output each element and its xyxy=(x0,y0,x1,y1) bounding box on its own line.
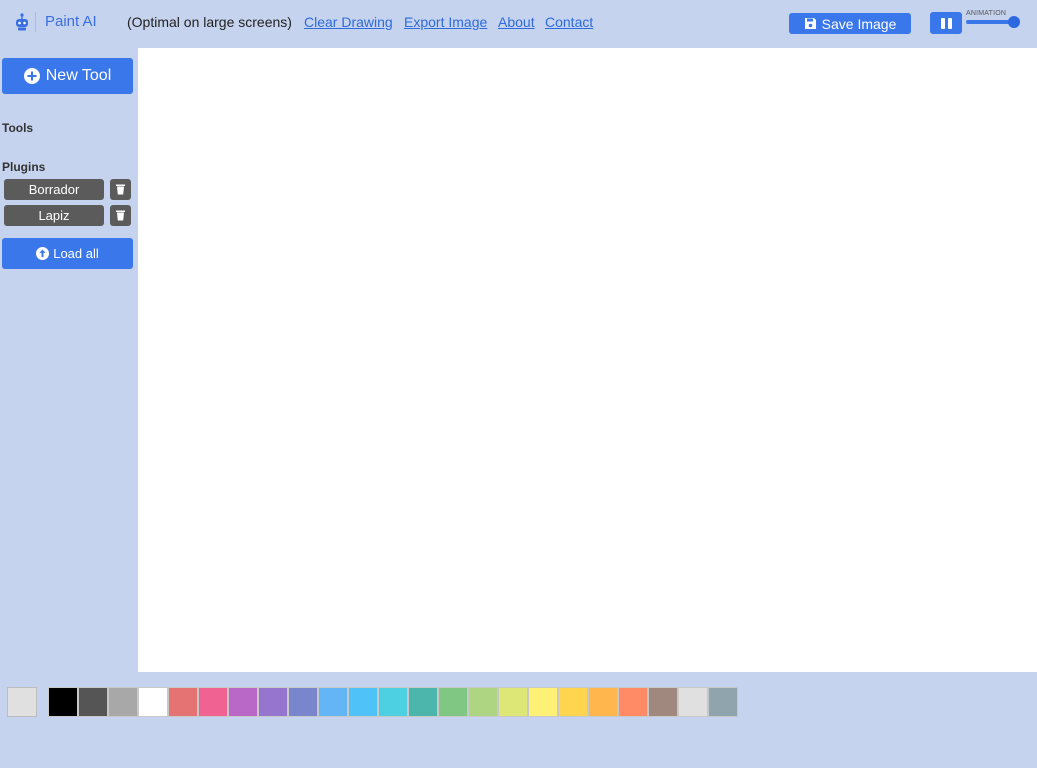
plugins-heading: Plugins xyxy=(2,160,46,174)
color-swatch[interactable] xyxy=(108,687,138,717)
plugin-item: Borrador xyxy=(4,179,132,200)
tools-heading: Tools xyxy=(2,121,34,135)
color-swatch[interactable] xyxy=(258,687,288,717)
new-tool-button[interactable]: New Tool xyxy=(2,58,133,94)
color-swatch[interactable] xyxy=(138,687,168,717)
save-image-label: Save Image xyxy=(821,15,897,32)
color-swatch[interactable] xyxy=(318,687,348,717)
color-swatch[interactable] xyxy=(48,687,78,717)
color-swatch[interactable] xyxy=(648,687,678,717)
plus-circle-icon xyxy=(23,68,40,84)
color-swatch[interactable] xyxy=(558,687,588,717)
color-swatch[interactable] xyxy=(228,687,258,717)
delete-plugin-lapiz-button[interactable] xyxy=(110,205,131,226)
color-swatch[interactable] xyxy=(348,687,378,717)
color-palette xyxy=(48,687,738,717)
animation-slider-handle[interactable] xyxy=(1008,16,1020,28)
current-color-swatch[interactable] xyxy=(7,687,37,717)
color-swatch[interactable] xyxy=(78,687,108,717)
trash-icon xyxy=(116,210,125,221)
about-link[interactable]: About xyxy=(498,14,535,30)
color-swatch[interactable] xyxy=(198,687,228,717)
color-swatch[interactable] xyxy=(528,687,558,717)
load-all-label: Load all xyxy=(53,246,99,261)
color-swatch[interactable] xyxy=(618,687,648,717)
top-bar: Paint AI (Optimal on large screens) Clea… xyxy=(0,0,1037,45)
save-image-button[interactable]: Save Image xyxy=(789,13,911,34)
color-swatch[interactable] xyxy=(408,687,438,717)
robot-icon xyxy=(16,13,28,31)
brand-name: Paint AI xyxy=(45,13,97,30)
color-swatch[interactable] xyxy=(438,687,468,717)
paint-app: Paint AI (Optimal on large screens) Clea… xyxy=(0,0,1037,768)
animation-label: ANIMATION xyxy=(966,10,1007,17)
color-swatch[interactable] xyxy=(498,687,528,717)
color-swatch[interactable] xyxy=(168,687,198,717)
plugin-borrador-button[interactable]: Borrador xyxy=(4,179,104,200)
contact-link[interactable]: Contact xyxy=(545,14,593,30)
trash-icon xyxy=(116,184,125,195)
color-swatch[interactable] xyxy=(588,687,618,717)
color-swatch[interactable] xyxy=(378,687,408,717)
floppy-disk-icon xyxy=(804,18,816,29)
load-all-button[interactable]: Load all xyxy=(2,238,133,269)
color-swatch[interactable] xyxy=(468,687,498,717)
arrow-up-circle-icon xyxy=(36,247,50,260)
delete-plugin-borrador-button[interactable] xyxy=(110,179,131,200)
clear-drawing-link[interactable]: Clear Drawing xyxy=(304,14,393,30)
export-image-link[interactable]: Export Image xyxy=(404,14,487,30)
pause-icon-bar xyxy=(947,17,952,29)
drawing-canvas[interactable] xyxy=(138,48,1037,672)
plugin-item: Lapiz xyxy=(4,205,132,226)
color-swatch[interactable] xyxy=(708,687,738,717)
new-tool-label: New Tool xyxy=(45,67,112,84)
pause-animation-button[interactable] xyxy=(930,12,962,34)
plugin-lapiz-button[interactable]: Lapiz xyxy=(4,205,104,226)
color-swatch[interactable] xyxy=(288,687,318,717)
color-swatch[interactable] xyxy=(678,687,708,717)
brand-divider xyxy=(35,12,36,32)
tagline: (Optimal on large screens) xyxy=(127,14,292,30)
pause-icon xyxy=(940,17,945,29)
